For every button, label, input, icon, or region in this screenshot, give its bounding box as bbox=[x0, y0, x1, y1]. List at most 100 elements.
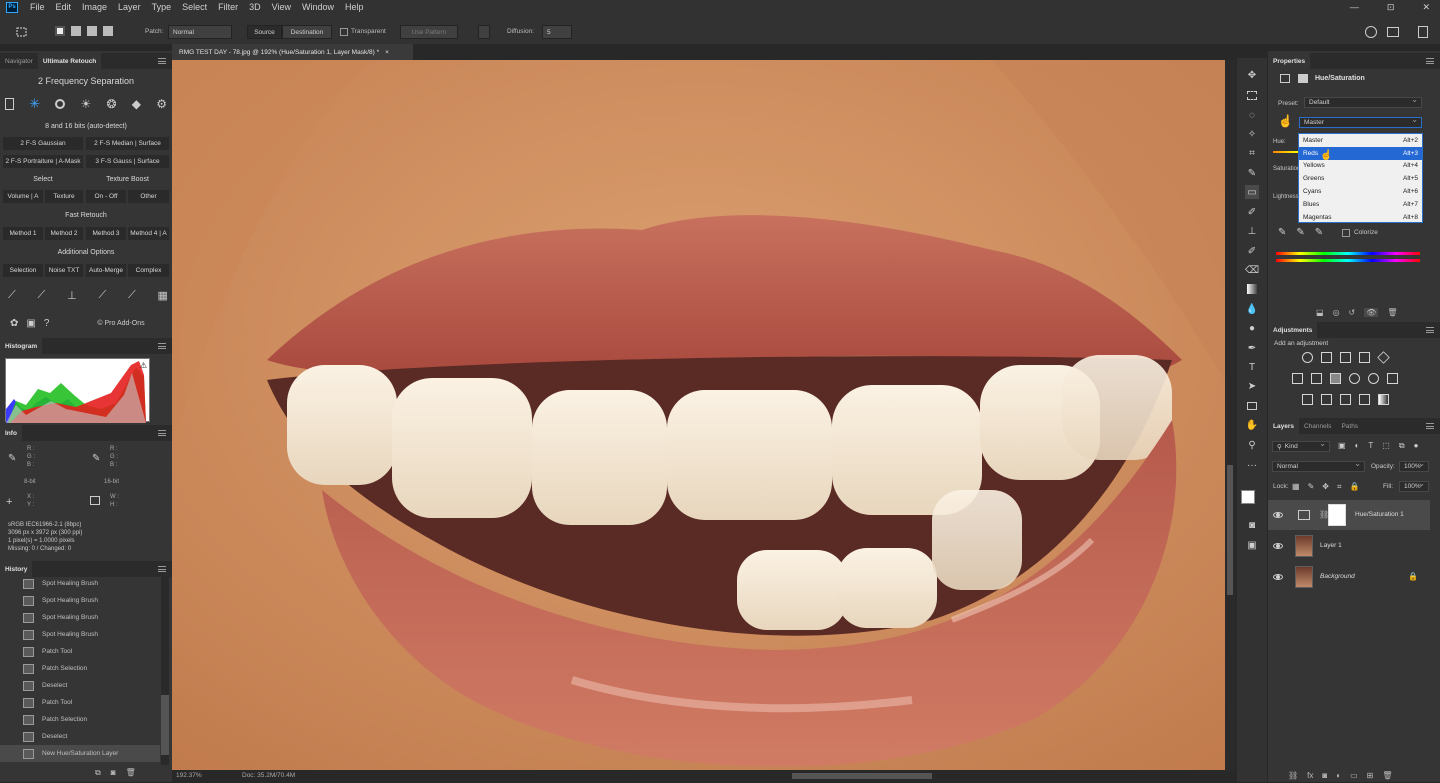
tab-layers[interactable]: Layers bbox=[1268, 418, 1299, 434]
transparent-checkbox[interactable] bbox=[340, 28, 348, 36]
panel-menu-icon[interactable] bbox=[158, 430, 166, 436]
channel-option-blues[interactable]: Blues Alt+7 bbox=[1299, 198, 1422, 211]
menu-3d[interactable]: 3D bbox=[249, 2, 261, 12]
move-tool-icon[interactable]: ✥ bbox=[1245, 68, 1259, 82]
add-selection-icon[interactable] bbox=[71, 26, 81, 36]
adjustment-filter-icon[interactable]: ◐ bbox=[1355, 441, 1360, 451]
new-group-icon[interactable]: ▭ bbox=[1350, 771, 1358, 780]
minimize-button[interactable]: — bbox=[1350, 2, 1359, 12]
lasso-tool-icon[interactable]: ◌ bbox=[1245, 108, 1259, 122]
marquee-tool-icon[interactable] bbox=[1245, 88, 1259, 102]
close-tab-icon[interactable]: × bbox=[385, 49, 389, 56]
help-icon[interactable]: ? bbox=[44, 318, 50, 329]
menu-type[interactable]: Type bbox=[152, 2, 172, 12]
volume-button[interactable]: Volume | A bbox=[3, 190, 43, 203]
auto-merge-button[interactable]: Auto-Merge bbox=[86, 264, 126, 277]
layer-layer-1[interactable]: Layer 1 bbox=[1268, 531, 1430, 561]
method-2-button[interactable]: Method 2 bbox=[45, 227, 83, 240]
type-filter-icon[interactable]: T bbox=[1368, 441, 1373, 451]
fs-portraiture-button[interactable]: 2 F-S Portraiture | A-Mask bbox=[3, 155, 83, 168]
diffusion-input[interactable]: 5 bbox=[542, 25, 572, 39]
patch-tool-icon[interactable]: ▭ bbox=[1245, 185, 1259, 199]
use-pattern-button[interactable]: Use Pattern bbox=[400, 25, 458, 39]
new-adjustment-icon[interactable]: ◐ bbox=[1336, 771, 1341, 780]
targeted-adjustment-hand-icon[interactable]: ☝ bbox=[1278, 114, 1293, 128]
channel-option-reds[interactable]: Reds Alt+3 bbox=[1299, 146, 1422, 160]
pixel-filter-icon[interactable]: ▣ bbox=[1338, 441, 1346, 451]
hand-tool-icon[interactable]: ✋ bbox=[1245, 418, 1259, 432]
visibility-eye-icon[interactable] bbox=[1273, 512, 1283, 518]
brightness-contrast-icon[interactable] bbox=[1302, 352, 1313, 363]
search-icon[interactable] bbox=[1365, 26, 1377, 38]
tab-adjustments[interactable]: Adjustments bbox=[1268, 322, 1318, 338]
tab-properties[interactable]: Properties bbox=[1268, 53, 1311, 69]
document-tab[interactable]: RMG TEST DAY - 78.jpg @ 192% (Hue/Satura… bbox=[172, 44, 413, 60]
zoom-tool-icon[interactable]: ⚲ bbox=[1245, 438, 1259, 452]
history-brush-tool-icon[interactable]: ✐ bbox=[1245, 244, 1259, 258]
colorize-checkbox[interactable] bbox=[1342, 229, 1350, 237]
blend-mode-select[interactable]: Normal bbox=[1272, 459, 1365, 472]
zoom-level[interactable]: 192.37% bbox=[176, 772, 202, 779]
history-item[interactable]: Deselect bbox=[0, 728, 160, 745]
menu-image[interactable]: Image bbox=[82, 2, 107, 12]
photo-filter-icon[interactable] bbox=[1349, 373, 1360, 384]
tab-histogram[interactable]: Histogram bbox=[0, 338, 43, 354]
history-item[interactable]: Deselect bbox=[0, 677, 160, 694]
gradient-tool-icon[interactable] bbox=[1245, 282, 1259, 296]
history-scrollbar[interactable] bbox=[161, 575, 169, 765]
texture-button[interactable]: Texture bbox=[45, 190, 83, 203]
history-item[interactable]: Spot Healing Brush bbox=[0, 609, 160, 626]
menu-file[interactable]: File bbox=[30, 2, 45, 12]
filter-toggle-icon[interactable]: ● bbox=[1414, 441, 1419, 451]
fs-gaussian-button[interactable]: 2 F-S Gaussian bbox=[3, 137, 83, 150]
history-item[interactable]: Patch Selection bbox=[0, 711, 160, 728]
invert-icon[interactable] bbox=[1302, 394, 1313, 405]
color-icon[interactable]: ❂ bbox=[106, 97, 116, 111]
channel-option-yellows[interactable]: Yellows Alt+4 bbox=[1299, 160, 1422, 173]
fs-median-button[interactable]: 2 F-S Median | Surface bbox=[86, 137, 169, 150]
method-3-button[interactable]: Method 3 bbox=[86, 227, 126, 240]
delete-adjustment-icon[interactable]: 🗑 bbox=[1387, 308, 1397, 317]
tab-navigator[interactable]: Navigator bbox=[0, 53, 38, 69]
link-layers-icon[interactable]: ⛓ bbox=[1288, 771, 1298, 780]
new-layer-icon[interactable]: ⊞ bbox=[1367, 771, 1374, 780]
gradient-map-icon[interactable] bbox=[1378, 394, 1389, 405]
vibrance-icon[interactable] bbox=[1377, 351, 1390, 364]
photoshop-logo[interactable]: Ps bbox=[6, 1, 18, 13]
shape-filter-icon[interactable]: ⬚ bbox=[1382, 441, 1390, 451]
layer-hue-saturation[interactable]: ⛓ Hue/Saturation 1 bbox=[1268, 500, 1430, 530]
vertical-scrollbar[interactable] bbox=[1225, 60, 1235, 772]
complex-button[interactable]: Complex bbox=[128, 264, 169, 277]
quick-mask-icon[interactable]: ◙ bbox=[1245, 518, 1259, 532]
workspace-icon[interactable] bbox=[1387, 27, 1399, 37]
screen-mode-icon[interactable]: ▣ bbox=[1245, 538, 1259, 552]
rectangle-tool-icon[interactable] bbox=[1245, 399, 1259, 413]
view-previous-icon[interactable]: ◎ bbox=[1333, 308, 1340, 317]
channel-mixer-icon[interactable] bbox=[1368, 373, 1379, 384]
path-selection-tool-icon[interactable]: ➤ bbox=[1245, 379, 1259, 393]
layer-mask-thumb[interactable] bbox=[1328, 504, 1346, 526]
panel-menu-icon[interactable] bbox=[158, 58, 166, 64]
visibility-eye-icon[interactable] bbox=[1273, 543, 1283, 549]
restore-button[interactable]: ⊡ bbox=[1387, 2, 1395, 13]
layer-style-icon[interactable]: fx bbox=[1307, 771, 1313, 780]
image-canvas[interactable] bbox=[172, 60, 1225, 770]
crop-tool-icon[interactable]: ⌗ bbox=[1245, 146, 1259, 160]
panel-menu-icon[interactable] bbox=[158, 566, 166, 572]
tab-paths[interactable]: Paths bbox=[1336, 418, 1363, 434]
menu-filter[interactable]: Filter bbox=[218, 2, 238, 12]
patch-mode-select[interactable]: Normal bbox=[168, 25, 232, 39]
lock-pixels-icon[interactable]: ✎ bbox=[1308, 482, 1315, 492]
eyedropper-tool-icon[interactable]: ✎ bbox=[1245, 166, 1259, 180]
intersect-selection-icon[interactable] bbox=[103, 26, 113, 36]
menu-edit[interactable]: Edit bbox=[56, 2, 72, 12]
snapshot-icon[interactable]: ◙ bbox=[111, 768, 116, 778]
eyedropper-plus-icon[interactable]: ✎ bbox=[1296, 227, 1304, 238]
levels-icon[interactable] bbox=[1321, 352, 1332, 363]
delete-layer-icon[interactable]: 🗑 bbox=[1382, 771, 1392, 780]
dodge-tool-icon[interactable]: ● bbox=[1245, 321, 1259, 335]
eyedropper-icon[interactable]: ✎ bbox=[1278, 227, 1286, 238]
history-item[interactable]: Spot Healing Brush bbox=[0, 592, 160, 609]
stamp-icon[interactable]: ⊥ bbox=[67, 289, 77, 303]
color-balance-icon[interactable] bbox=[1311, 373, 1322, 384]
